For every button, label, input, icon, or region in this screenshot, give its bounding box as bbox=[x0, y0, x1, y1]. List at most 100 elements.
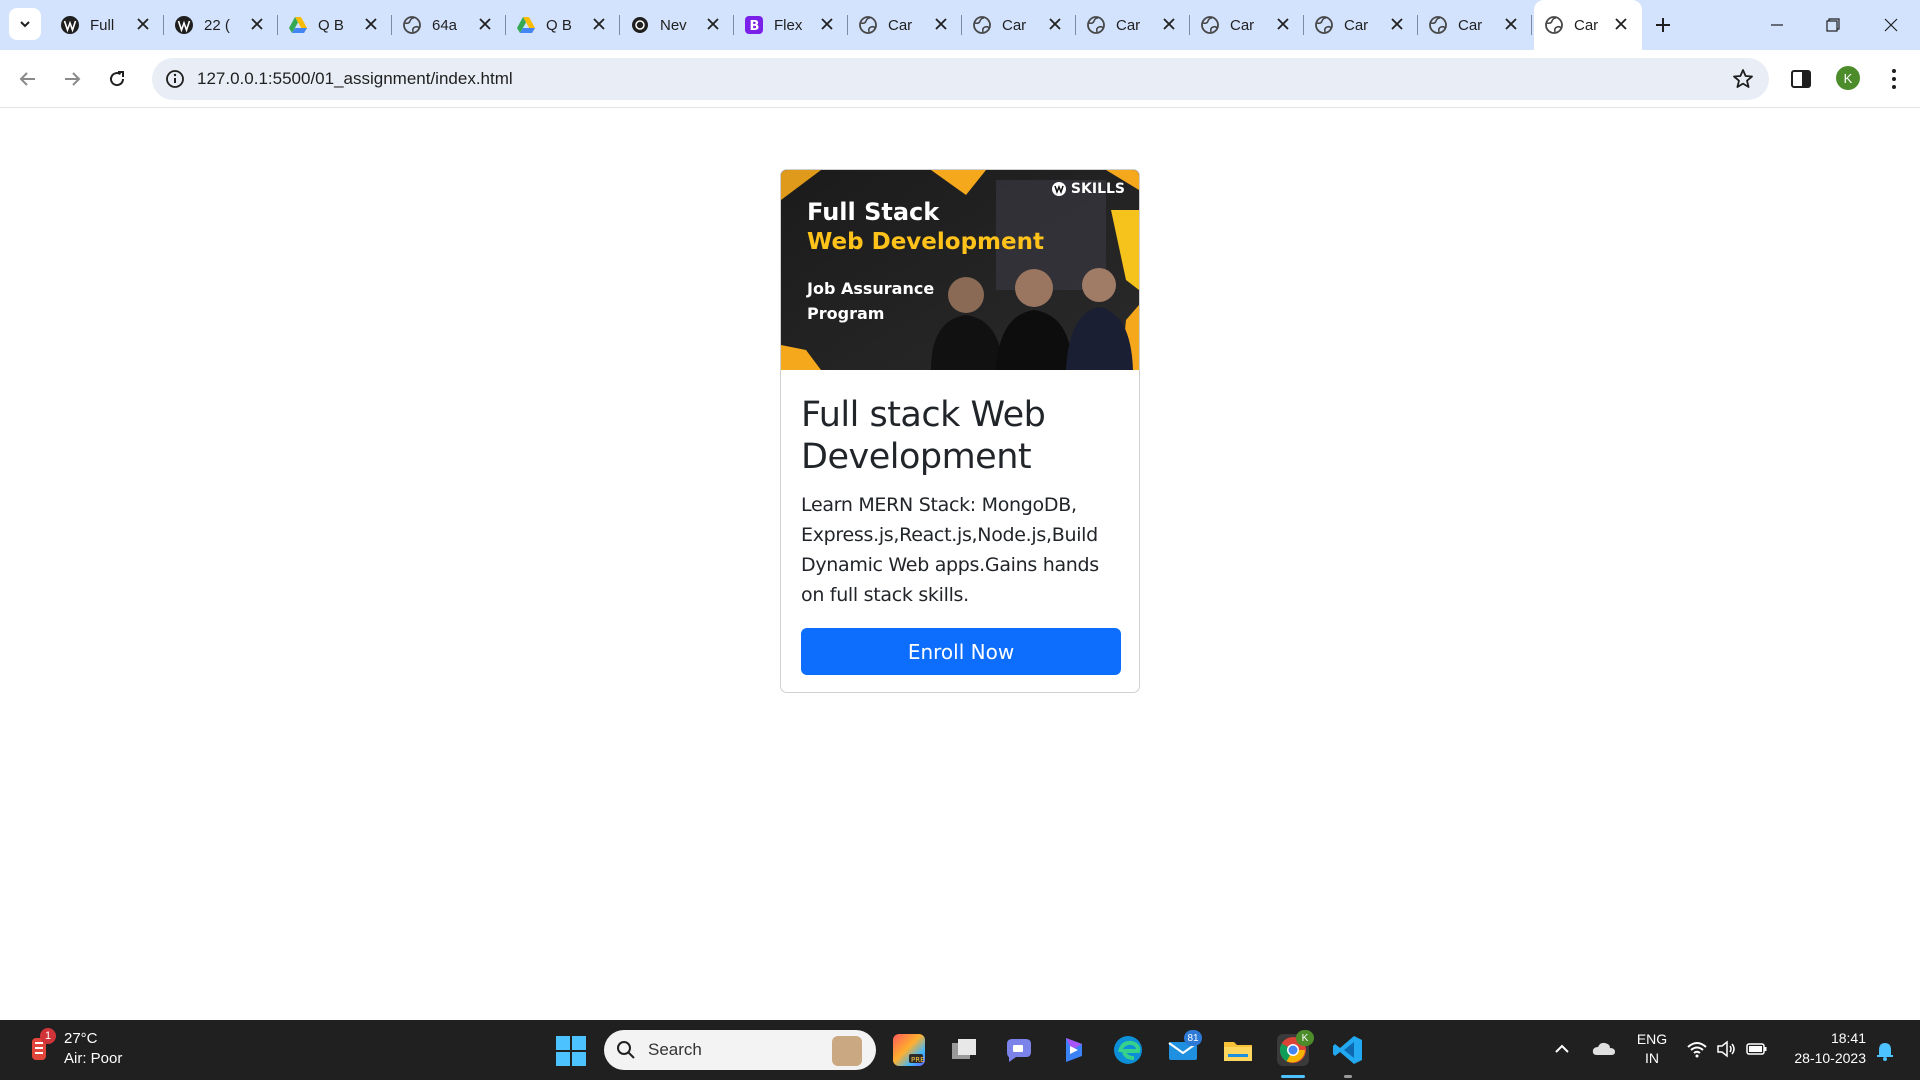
svg-text:PRE: PRE bbox=[911, 1056, 925, 1064]
windows-start-icon[interactable] bbox=[556, 1036, 586, 1066]
tab[interactable]: 22 ( bbox=[164, 0, 278, 50]
close-icon bbox=[1884, 18, 1898, 32]
enroll-now-button[interactable]: Enroll Now bbox=[801, 628, 1121, 675]
tab-close-icon[interactable] bbox=[932, 15, 950, 33]
tab-search-button[interactable] bbox=[9, 8, 41, 40]
search-highlight-thumbnail bbox=[832, 1036, 862, 1066]
banner-heading-line1: Full Stack bbox=[807, 198, 940, 226]
chrome-active-indicator bbox=[1281, 1075, 1305, 1078]
taskbar-app-task-view[interactable] bbox=[948, 1034, 980, 1066]
kebab-menu-icon[interactable] bbox=[1882, 66, 1906, 92]
globe-icon bbox=[1314, 15, 1334, 35]
tab[interactable]: Full bbox=[50, 0, 164, 50]
close-window-button[interactable] bbox=[1876, 10, 1906, 40]
banner-subheading: Job Assurance Program bbox=[807, 279, 935, 323]
taskbar-app-copilot[interactable] bbox=[1058, 1034, 1090, 1066]
tab-close-icon[interactable] bbox=[362, 15, 380, 33]
folder-icon bbox=[1224, 1042, 1252, 1061]
address-bar[interactable]: 127.0.0.1:5500/01_assignment/index.html bbox=[152, 58, 1769, 100]
info-icon bbox=[166, 70, 184, 88]
globe-icon bbox=[1544, 15, 1564, 35]
taskbar-app-edge[interactable] bbox=[1112, 1034, 1144, 1066]
reload-button[interactable] bbox=[102, 64, 132, 94]
globe-icon bbox=[858, 15, 878, 35]
wifi-icon[interactable] bbox=[1686, 1038, 1708, 1060]
bookmark-star-icon[interactable] bbox=[1731, 67, 1755, 91]
tab[interactable]: Car bbox=[962, 0, 1076, 50]
tab-close-icon[interactable] bbox=[818, 15, 836, 33]
volume-icon[interactable] bbox=[1715, 1038, 1737, 1060]
wordpress-icon bbox=[174, 15, 194, 35]
notification-bell-icon[interactable] bbox=[1874, 1040, 1896, 1062]
tab-close-icon[interactable] bbox=[476, 15, 494, 33]
reload-icon bbox=[110, 71, 125, 87]
arrow-left-icon bbox=[19, 72, 35, 86]
globe-icon bbox=[1200, 15, 1220, 35]
chevron-up-icon[interactable] bbox=[1551, 1038, 1573, 1060]
new-tab-button[interactable] bbox=[1650, 12, 1676, 38]
clock-date[interactable]: 28-10-2023 bbox=[1786, 1050, 1866, 1066]
tab-title: Nev bbox=[660, 16, 687, 34]
tab[interactable]: Car bbox=[1076, 0, 1190, 50]
bootstrap-icon: B bbox=[744, 15, 764, 35]
tab-close-icon[interactable] bbox=[704, 15, 722, 33]
globe-icon bbox=[972, 15, 992, 35]
tab-strip: Full 22 (Q B 64a Q B Nev B Flex Car Car Car Car Car… bbox=[0, 0, 1920, 50]
url-text[interactable]: 127.0.0.1:5500/01_assignment/index.html bbox=[197, 69, 513, 89]
tab-title: Car bbox=[1116, 16, 1141, 34]
tab[interactable]: Car bbox=[1418, 0, 1532, 50]
tab-active[interactable]: Car bbox=[1534, 0, 1642, 50]
google-drive-icon bbox=[516, 15, 536, 35]
edge-icon bbox=[1114, 1036, 1142, 1064]
side-panel-icon[interactable] bbox=[1788, 66, 1814, 92]
tab-title: Car bbox=[1344, 16, 1369, 34]
vscode-icon bbox=[1333, 1036, 1362, 1064]
wordpress-icon bbox=[60, 15, 80, 35]
taskbar-app-teams-chat[interactable] bbox=[1003, 1034, 1035, 1066]
battery-icon[interactable] bbox=[1746, 1038, 1768, 1060]
tab-title: Car bbox=[1230, 16, 1255, 34]
browser-toolbar: 127.0.0.1:5500/01_assignment/index.html … bbox=[0, 50, 1920, 108]
tab[interactable]: B Flex bbox=[734, 0, 848, 50]
tab[interactable]: Q B bbox=[506, 0, 620, 50]
minimize-icon bbox=[1771, 24, 1783, 26]
course-card: Full Stack Web Development Job Assurance… bbox=[780, 169, 1140, 693]
weather-alert-badge: 1 bbox=[40, 1028, 56, 1044]
minimize-button[interactable] bbox=[1762, 10, 1792, 40]
tab[interactable]: Car bbox=[1304, 0, 1418, 50]
site-info-button[interactable] bbox=[160, 64, 190, 94]
tab-close-icon[interactable] bbox=[1046, 15, 1064, 33]
tab-close-icon[interactable] bbox=[1388, 15, 1406, 33]
taskbar-app-vscode[interactable] bbox=[1332, 1034, 1364, 1066]
tab[interactable]: 64a bbox=[392, 0, 506, 50]
tab-title: Full bbox=[90, 16, 115, 34]
tab-close-icon[interactable] bbox=[590, 15, 608, 33]
tab-close-icon[interactable] bbox=[134, 15, 152, 33]
taskbar-app-copilot-preview[interactable]: PRE bbox=[893, 1034, 925, 1066]
back-button[interactable] bbox=[13, 64, 43, 94]
restore-button[interactable] bbox=[1818, 10, 1848, 40]
tab-close-icon[interactable] bbox=[1612, 15, 1630, 33]
tab-title: Flex bbox=[774, 16, 803, 34]
chrome-profile-badge: K bbox=[1296, 1030, 1314, 1046]
onedrive-cloud-icon[interactable] bbox=[1591, 1038, 1617, 1060]
tab[interactable]: Nev bbox=[620, 0, 734, 50]
clock-time[interactable]: 18:41 bbox=[1820, 1030, 1866, 1046]
tab-close-icon[interactable] bbox=[248, 15, 266, 33]
tab-close-icon[interactable] bbox=[1502, 15, 1520, 33]
google-drive-icon bbox=[288, 15, 308, 35]
taskbar-app-file-explorer[interactable] bbox=[1222, 1034, 1254, 1066]
tab-close-icon[interactable] bbox=[1274, 15, 1292, 33]
tab-close-icon[interactable] bbox=[1160, 15, 1178, 33]
forward-button[interactable] bbox=[57, 64, 87, 94]
tab[interactable]: Car bbox=[1190, 0, 1304, 50]
tab[interactable]: Car bbox=[848, 0, 962, 50]
profile-avatar[interactable]: K bbox=[1836, 66, 1860, 90]
taskbar-search-box[interactable]: Search bbox=[604, 1030, 876, 1070]
tab-title: Car bbox=[1002, 16, 1027, 34]
region-code: IN bbox=[1645, 1050, 1659, 1066]
banner-heading-line2: Web Development bbox=[807, 229, 1044, 255]
tab-title: Q B bbox=[546, 16, 572, 34]
tab[interactable]: Q B bbox=[278, 0, 392, 50]
input-language-indicator[interactable]: ENG IN bbox=[1636, 1030, 1668, 1068]
